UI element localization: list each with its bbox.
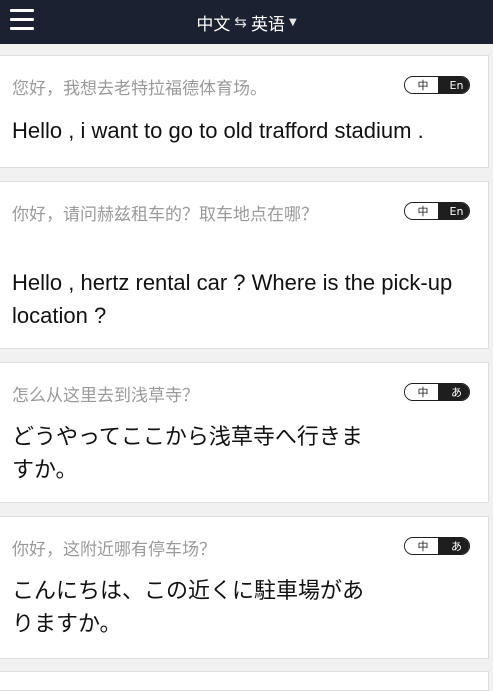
translation-text: Hello , i want to go to old trafford sta… <box>12 118 424 143</box>
translation-card[interactable]: 你好，这附近哪有停车场？ 中 あ こんにちは、この近くに駐車場がありますか。 <box>0 516 489 659</box>
top-bar: 中文 ⇆ 英语 ▼ <box>0 0 493 44</box>
source-text: 你好，请问赫兹租车的？取车地点在哪？ <box>12 205 318 225</box>
badge-to-label: En <box>438 77 469 93</box>
translation-text: こんにちは、この近くに駐車場がありますか。 <box>12 579 365 637</box>
translation-card[interactable]: 怎么从这里去到浅草寺？ 中 あ どうやってここから浅草寺へ行きますか。 <box>0 362 489 503</box>
language-selector[interactable]: 中文 ⇆ 英语 ▼ <box>0 0 493 44</box>
badge-to-label: En <box>438 203 469 219</box>
language-pair-badge[interactable]: 中 あ <box>404 537 470 555</box>
translation-card[interactable] <box>0 671 489 691</box>
swap-icon: ⇆ <box>234 13 247 31</box>
source-text: 你好，这附近哪有停车场？ <box>12 540 216 560</box>
badge-from-label: 中 <box>405 384 439 400</box>
chevron-down-icon: ▼ <box>288 16 297 28</box>
language-pair-badge[interactable]: 中 あ <box>404 383 470 401</box>
badge-from-label: 中 <box>405 77 439 93</box>
target-language-label: 英语 <box>250 14 285 35</box>
source-language-label: 中文 <box>196 14 231 35</box>
source-text: 怎么从这里去到浅草寺？ <box>12 386 199 406</box>
badge-to-label: あ <box>438 384 469 400</box>
translation-text: Hello , hertz rental car ? Where is the … <box>12 270 453 328</box>
badge-from-label: 中 <box>405 203 439 219</box>
badge-to-label: あ <box>438 538 469 554</box>
badge-from-label: 中 <box>405 538 439 554</box>
language-pair-badge[interactable]: 中 En <box>404 76 470 94</box>
translation-card[interactable]: 您好，我想去老特拉福德体育场。 中 En Hello , i want to g… <box>0 55 489 168</box>
translation-card[interactable]: 你好，请问赫兹租车的？取车地点在哪？ 中 En Hello , hertz re… <box>0 181 489 349</box>
source-text: 您好，我想去老特拉福德体育场。 <box>12 79 267 99</box>
language-pair-badge[interactable]: 中 En <box>404 202 470 220</box>
translation-text: どうやってここから浅草寺へ行きますか。 <box>12 425 363 483</box>
